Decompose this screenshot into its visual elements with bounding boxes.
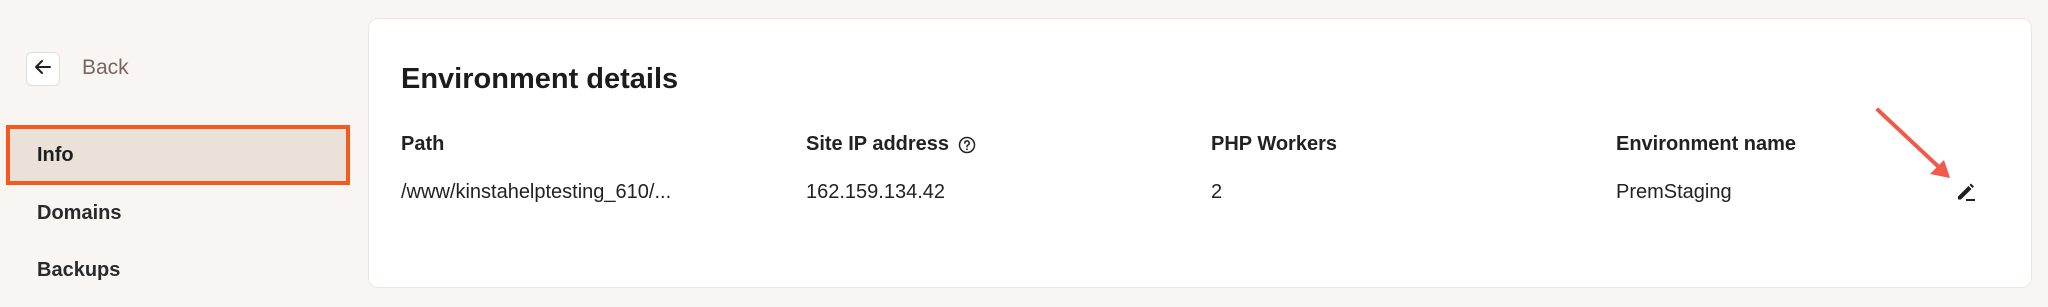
site-ip-header: Site IP address (806, 133, 976, 156)
question-circle-icon[interactable] (958, 136, 976, 154)
sidebar-item-domains[interactable]: Domains (10, 187, 346, 239)
environment-name-header-label: Environment name (1616, 133, 1797, 155)
php-workers-header-label: PHP Workers (1211, 133, 1337, 155)
environment-name-header: Environment name (1616, 133, 1796, 156)
sidebar-item-label: Domains (37, 201, 122, 224)
environment-details-card: Environment details Path /www/kinstahelp… (368, 18, 2032, 288)
environment-name-value: PremStaging (1616, 181, 1732, 203)
site-ip-header-label: Site IP address (806, 133, 950, 155)
sidebar-item-label: Info (37, 143, 74, 166)
site-ip-value: 162.159.134.42 (806, 181, 946, 203)
card-title: Environment details (401, 63, 679, 95)
php-workers-header: PHP Workers (1211, 133, 1337, 156)
annotation-arrow (1876, 108, 1950, 178)
sidebar-item-backups[interactable]: Backups (10, 244, 346, 296)
path-header: Path (401, 133, 444, 156)
sidebar-item-info[interactable]: Info (6, 125, 350, 185)
back-link[interactable]: Back (82, 56, 129, 80)
path-value: /www/kinstahelptesting_610/... (401, 181, 672, 203)
path-header-label: Path (401, 133, 445, 155)
back-button[interactable] (26, 52, 60, 86)
pencil-icon (1955, 181, 1977, 208)
sidebar-item-label: Backups (37, 258, 121, 281)
arrow-left-icon (33, 57, 53, 82)
php-workers-value: 2 (1211, 181, 1223, 203)
